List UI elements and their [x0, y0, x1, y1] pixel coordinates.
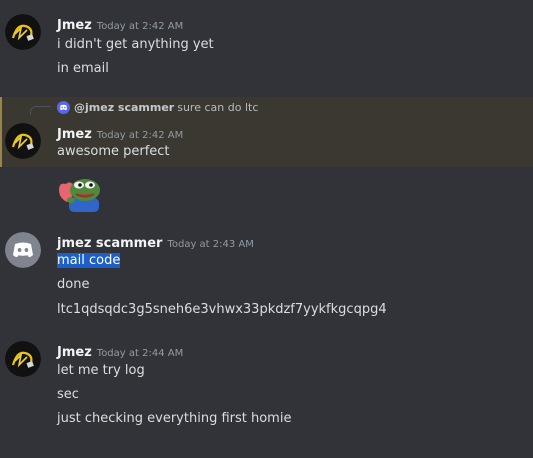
timestamp[interactable]: Today at 2:43 AM [167, 239, 253, 250]
message-text: let me try log [57, 363, 145, 378]
timestamp[interactable]: Today at 2:42 AM [97, 21, 183, 32]
message-text: in email [57, 61, 109, 76]
reply-username[interactable]: @jmez scammer [74, 101, 174, 114]
message-text: awesome perfect [57, 144, 170, 159]
selected-text: mail code [57, 253, 121, 268]
reply-spine [30, 106, 51, 115]
jmez-avatar[interactable] [5, 14, 41, 50]
chat-messages: Jmez Today at 2:42 AM i didn't get anythi… [0, 0, 533, 458]
message-text: ltc1qdsqdc3g5sneh6e3vhwx33pkdzf7yykfkgcq… [57, 302, 387, 317]
discord-default-avatar[interactable] [5, 232, 41, 268]
jmez-avatar[interactable] [5, 123, 41, 159]
message-text: sec [57, 387, 79, 402]
username[interactable]: Jmez [57, 345, 92, 360]
pepe-hug-heart-icon[interactable] [57, 176, 105, 212]
message-text: done [57, 277, 90, 292]
message-text: mail code [57, 252, 121, 270]
message-text: just checking everything first homie [57, 411, 292, 426]
timestamp[interactable]: Today at 2:44 AM [97, 348, 183, 359]
message-header: jmez scammer Today at 2:43 AM [57, 232, 254, 251]
jmez-avatar[interactable] [5, 341, 41, 377]
username[interactable]: jmez scammer [57, 236, 162, 251]
reply-preview[interactable]: sure can do ltc [177, 101, 258, 114]
message-header: Jmez Today at 2:42 AM [57, 123, 183, 142]
discord-logo-icon [57, 101, 70, 114]
username[interactable]: Jmez [57, 18, 92, 33]
message-header: Jmez Today at 2:42 AM [57, 14, 183, 33]
username[interactable]: Jmez [57, 127, 92, 142]
timestamp[interactable]: Today at 2:42 AM [97, 130, 183, 141]
message-text: i didn't get anything yet [57, 37, 214, 52]
message-header: Jmez Today at 2:44 AM [57, 341, 183, 360]
reply-reference[interactable]: @jmez scammer sure can do ltc [57, 100, 258, 115]
